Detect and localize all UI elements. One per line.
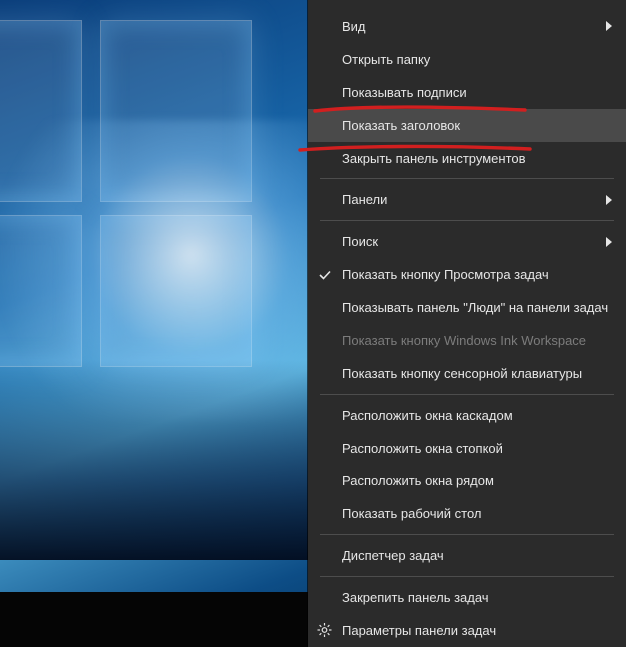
chevron-right-icon xyxy=(606,237,612,247)
menu-item-label: Показать заголовок xyxy=(342,118,460,133)
check-icon xyxy=(318,268,332,282)
menu-item-show-desktop[interactable]: Показать рабочий стол xyxy=(308,497,626,530)
gear-icon xyxy=(317,623,332,638)
menu-item-ink-workspace: Показать кнопку Windows Ink Workspace xyxy=(308,324,626,357)
wallpaper-pane xyxy=(0,20,82,202)
menu-item-label: Показывать подписи xyxy=(342,85,467,100)
menu-item-close-toolbar[interactable]: Закрыть панель инструментов xyxy=(308,142,626,175)
menu-item-label: Показать кнопку Просмотра задач xyxy=(342,267,549,282)
menu-item-label: Расположить окна рядом xyxy=(342,473,494,488)
chevron-right-icon xyxy=(606,195,612,205)
menu-item-people-panel[interactable]: Показывать панель "Люди" на панели задач xyxy=(308,291,626,324)
menu-item-task-view-button[interactable]: Показать кнопку Просмотра задач xyxy=(308,258,626,291)
menu-item-label: Параметры панели задач xyxy=(342,623,496,638)
taskbar-context-menu: Вид Открыть папку Показывать подписи Пок… xyxy=(308,0,626,647)
menu-separator xyxy=(320,576,614,577)
menu-item-stacked-windows[interactable]: Расположить окна стопкой xyxy=(308,432,626,465)
menu-item-task-manager[interactable]: Диспетчер задач xyxy=(308,539,626,572)
menu-separator xyxy=(320,178,614,179)
menu-item-label: Вид xyxy=(342,19,366,34)
wallpaper-pane xyxy=(0,215,82,367)
menu-separator xyxy=(320,534,614,535)
menu-item-label: Закрепить панель задач xyxy=(342,590,489,605)
wallpaper-reflection xyxy=(0,360,310,560)
menu-item-show-title[interactable]: Показать заголовок xyxy=(308,109,626,142)
menu-item-panels[interactable]: Панели xyxy=(308,183,626,216)
wallpaper-pane xyxy=(100,20,252,202)
menu-item-cascade-windows[interactable]: Расположить окна каскадом xyxy=(308,399,626,432)
menu-item-side-by-side-windows[interactable]: Расположить окна рядом xyxy=(308,464,626,497)
menu-item-label: Закрыть панель инструментов xyxy=(342,151,526,166)
menu-item-label: Показать кнопку Windows Ink Workspace xyxy=(342,333,586,348)
menu-separator xyxy=(320,220,614,221)
menu-item-label: Панели xyxy=(342,192,387,207)
wallpaper-pane xyxy=(100,215,252,367)
menu-item-label: Показать кнопку сенсорной клавиатуры xyxy=(342,366,582,381)
menu-item-label: Поиск xyxy=(342,234,378,249)
taskbar[interactable] xyxy=(0,592,310,647)
menu-item-label: Расположить окна каскадом xyxy=(342,408,513,423)
menu-item-touch-keyboard[interactable]: Показать кнопку сенсорной клавиатуры xyxy=(308,357,626,390)
menu-item-taskbar-settings[interactable]: Параметры панели задач xyxy=(308,614,626,647)
menu-separator xyxy=(320,394,614,395)
menu-item-view[interactable]: Вид xyxy=(308,10,626,43)
menu-item-label: Показать рабочий стол xyxy=(342,506,481,521)
menu-item-label: Диспетчер задач xyxy=(342,548,444,563)
menu-item-show-captions[interactable]: Показывать подписи xyxy=(308,76,626,109)
chevron-right-icon xyxy=(606,21,612,31)
menu-item-lock-taskbar[interactable]: Закрепить панель задач xyxy=(308,581,626,614)
menu-item-label: Расположить окна стопкой xyxy=(342,441,503,456)
menu-item-label: Показывать панель "Люди" на панели задач xyxy=(342,300,608,315)
menu-item-search[interactable]: Поиск xyxy=(308,225,626,258)
menu-item-label: Открыть папку xyxy=(342,52,430,67)
menu-item-open-folder[interactable]: Открыть папку xyxy=(308,43,626,76)
